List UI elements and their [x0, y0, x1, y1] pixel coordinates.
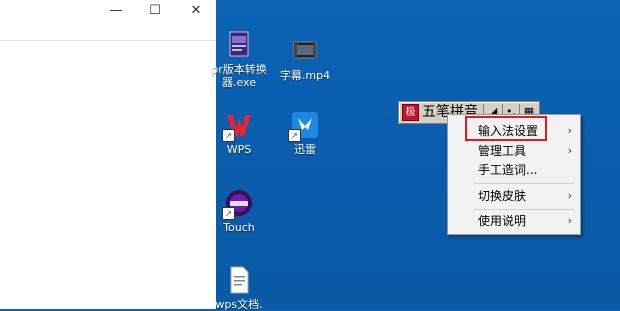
submenu-arrow-icon: › — [567, 189, 572, 202]
video-file-icon — [290, 36, 320, 66]
menu-item-manual-word[interactable]: 手工造词... — [448, 160, 580, 180]
menu-item-label: 手工造词... — [478, 163, 538, 177]
minimize-button[interactable]: — — [106, 2, 126, 20]
converter-exe-icon — [224, 30, 254, 60]
icon-label: 字幕.mp4 — [279, 69, 331, 82]
icon-label: WPS — [226, 143, 252, 156]
close-button[interactable]: ✕ — [186, 2, 206, 20]
menu-separator — [474, 183, 574, 184]
ime-logo-icon[interactable]: 极 — [402, 104, 419, 121]
submenu-arrow-icon: › — [567, 214, 572, 227]
maximize-button[interactable]: ☐ — [145, 2, 165, 20]
shortcut-arrow-icon: ↗ — [288, 129, 301, 142]
toolbar-divider — [0, 40, 216, 41]
icon-label: 迅雷 — [294, 143, 316, 156]
highlight-box — [465, 116, 547, 141]
menu-item-label: 使用说明 — [478, 214, 527, 228]
shortcut-arrow-icon: ↗ — [222, 207, 235, 220]
desktop-icon-xunlei[interactable]: ↗ 迅雷 — [270, 110, 340, 156]
submenu-arrow-icon: › — [567, 124, 572, 137]
desktop-icon-wps[interactable]: ↗ WPS — [204, 110, 274, 156]
icon-label: pr版本转换 — [211, 63, 267, 76]
shortcut-arrow-icon: ↗ — [222, 129, 235, 142]
desktop-icon-document[interactable]: wps文档. — [204, 265, 274, 311]
desktop-icon-touch[interactable]: ↗ Touch — [204, 188, 274, 234]
menu-item-label: 管理工具 — [478, 144, 527, 158]
menu-item-switch-skin[interactable]: 切换皮肤 › — [448, 186, 580, 206]
wps-icon: ↗ — [222, 110, 254, 142]
explorer-window: — ☐ ✕ — [0, 0, 216, 309]
document-icon — [224, 265, 254, 295]
icon-label: wps文档. — [215, 298, 263, 311]
menu-item-label: 切换皮肤 — [478, 189, 527, 203]
icon-label-line2: 器.exe — [221, 76, 256, 89]
submenu-arrow-icon: › — [567, 144, 572, 157]
icon-label: Touch — [223, 221, 255, 234]
menu-separator — [474, 209, 574, 210]
menu-item-help[interactable]: 使用说明 › — [448, 211, 580, 231]
menu-item-manage-tools[interactable]: 管理工具 › — [448, 141, 580, 161]
touch-icon: ↗ — [222, 188, 254, 220]
desktop-icon-video[interactable]: 字幕.mp4 — [270, 36, 340, 82]
xunlei-icon: ↗ — [288, 110, 320, 142]
desktop-icon-converter[interactable]: pr版本转换 器.exe — [204, 30, 274, 89]
